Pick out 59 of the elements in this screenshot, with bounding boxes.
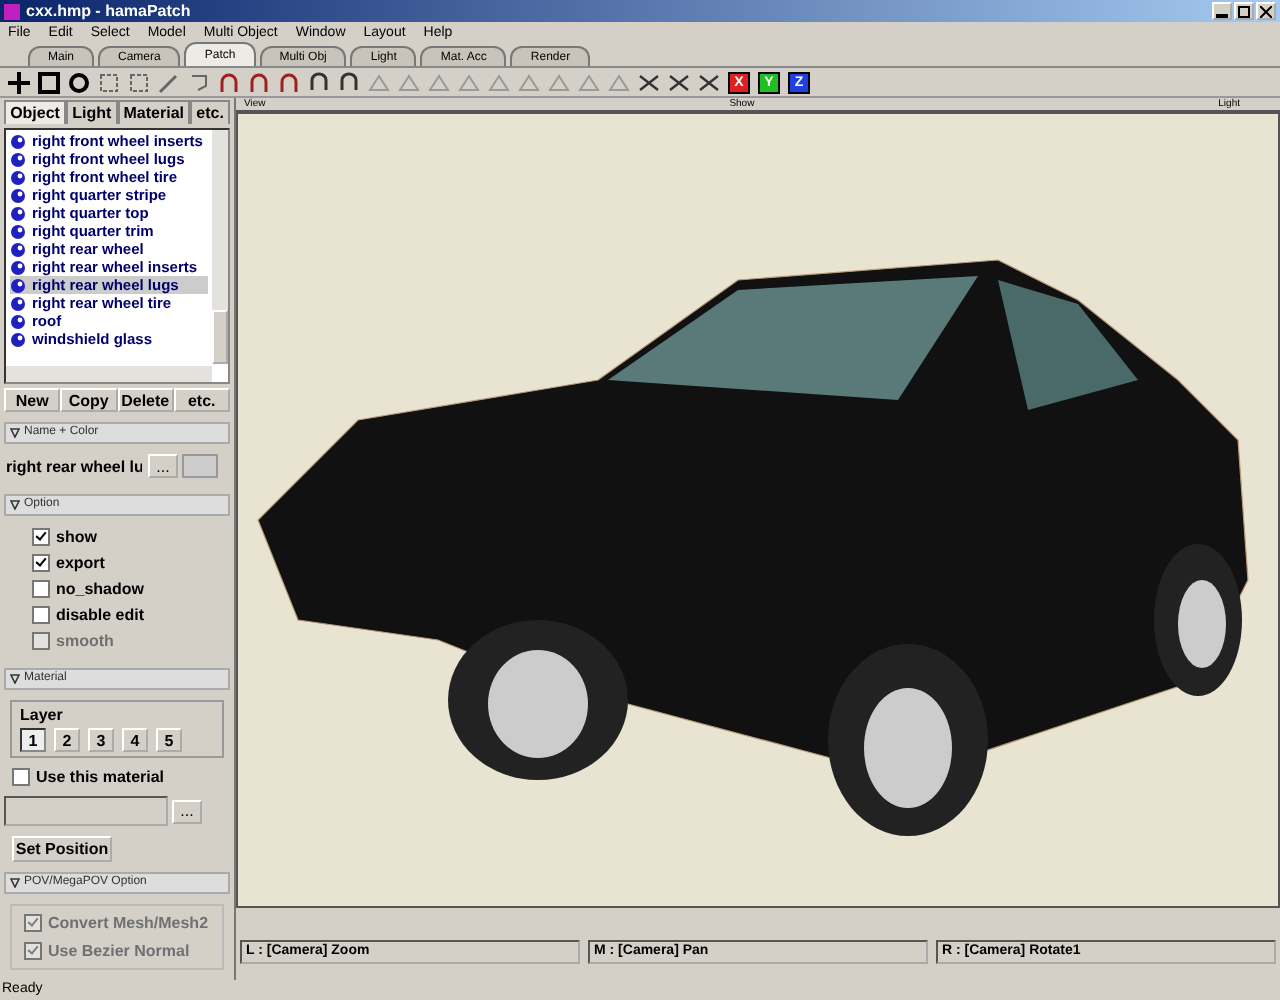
panel-tab[interactable]: etc.	[190, 100, 230, 124]
checkbox[interactable]	[32, 580, 50, 598]
collapse-icon	[10, 878, 20, 888]
color-swatch[interactable]	[182, 454, 218, 478]
checkbox-label: smooth	[56, 632, 114, 650]
minimize-button[interactable]	[1212, 2, 1232, 20]
panel-tab[interactable]: Light	[66, 100, 118, 124]
material-field[interactable]	[4, 796, 168, 826]
panel-tab[interactable]: Material	[117, 100, 191, 124]
rect-tool-icon[interactable]	[128, 71, 150, 93]
checkbox-label: no_shadow	[56, 580, 145, 598]
cut-tool-icon[interactable]	[698, 71, 720, 93]
browse-button[interactable]: ...	[148, 454, 178, 478]
checkbox-label: Use this material	[36, 768, 165, 786]
object-action-button[interactable]: Delete	[117, 388, 174, 412]
layer-button[interactable]: 1	[20, 728, 46, 752]
close-icon	[1260, 5, 1272, 17]
select-tool-icon[interactable]	[98, 71, 120, 93]
curve-tool-icon[interactable]	[248, 71, 270, 93]
layer-button[interactable]: 4	[122, 728, 148, 752]
panel-tab[interactable]: Object	[4, 100, 67, 124]
curve-tool-icon[interactable]	[218, 71, 240, 93]
horizontal-scrollbar[interactable]	[6, 366, 212, 382]
cut-tool-icon[interactable]	[668, 71, 690, 93]
group-label: Layer	[20, 706, 65, 724]
move-tool-icon[interactable]	[8, 71, 30, 93]
browse-button[interactable]: ...	[172, 799, 202, 823]
object-action-button[interactable]: New	[4, 388, 61, 412]
vertical-scrollbar[interactable]	[212, 130, 228, 364]
checkbox[interactable]	[32, 528, 50, 546]
restore-button[interactable]	[1234, 2, 1254, 20]
pen-tool-icon[interactable]	[158, 71, 180, 93]
collapse-icon	[10, 500, 20, 510]
close-button[interactable]	[1256, 2, 1276, 20]
layer-button[interactable]: 2	[54, 728, 80, 752]
checkbox[interactable]	[12, 768, 30, 786]
curve-tool-icon[interactable]	[278, 71, 300, 93]
app-icon	[4, 3, 20, 19]
object-action-button[interactable]: Copy	[60, 388, 117, 412]
checkbox-label: Convert Mesh/Mesh2	[48, 914, 209, 932]
checkbox-label: Use Bezier Normal	[48, 942, 190, 960]
object-action-button[interactable]: etc.	[173, 388, 230, 412]
checkbox[interactable]	[32, 554, 50, 572]
rotate-tool-icon[interactable]	[68, 71, 90, 93]
name-field[interactable]: right rear wheel lu	[4, 454, 144, 478]
viewport-canvas[interactable]	[236, 112, 1280, 908]
layer-button[interactable]: 5	[156, 728, 182, 752]
checkbox-label: show	[56, 528, 97, 546]
restore-icon	[1238, 5, 1250, 17]
checkbox[interactable]	[32, 606, 50, 624]
window-title: cxx.hmp - hamaPatch	[26, 2, 191, 20]
set-position-button[interactable]: Set Position	[12, 836, 112, 862]
checkbox-label: disable edit	[56, 606, 145, 624]
collapse-icon	[10, 674, 20, 684]
checkbox-label: export	[56, 554, 105, 572]
zoom-tool-icon[interactable]	[38, 71, 60, 93]
layer-button[interactable]: 3	[88, 728, 114, 752]
collapse-icon	[10, 428, 20, 438]
cut-tool-icon[interactable]	[638, 71, 660, 93]
